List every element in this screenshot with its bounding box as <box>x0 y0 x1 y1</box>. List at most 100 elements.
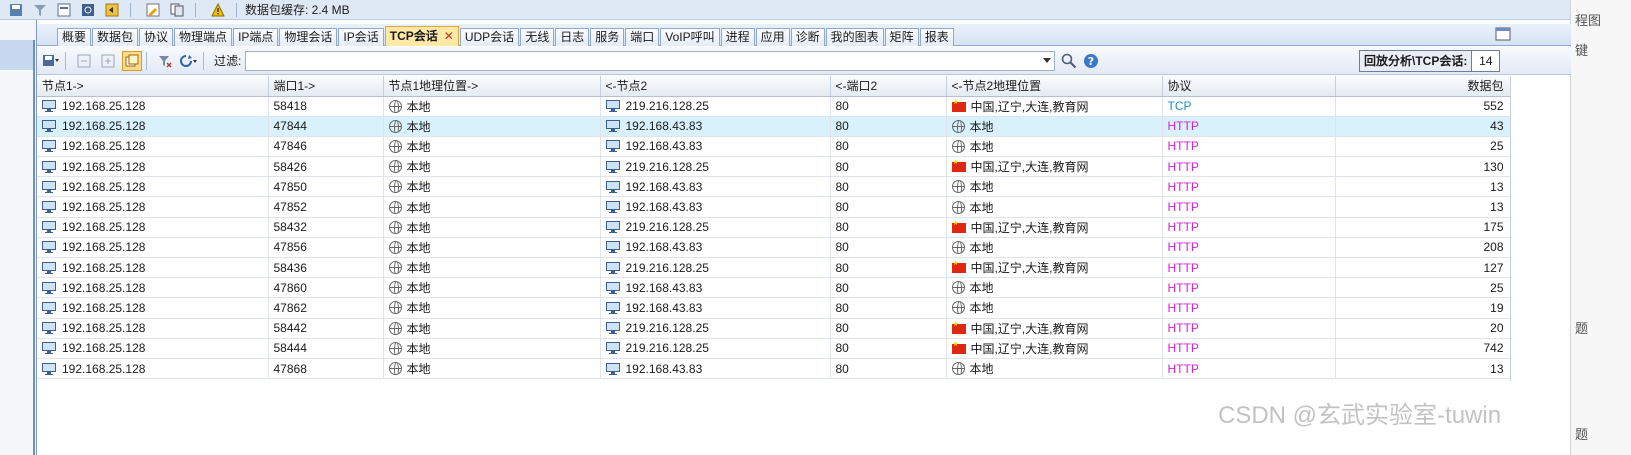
cell-geo1[interactable]: 本地 <box>383 277 601 299</box>
cell-packets[interactable]: 208 <box>1335 237 1511 259</box>
cell-geo2[interactable]: 本地 <box>946 297 1163 319</box>
cell-geo2[interactable]: 中国,辽宁,大连,教育网 <box>946 257 1163 279</box>
cell-port2[interactable]: 80 <box>830 358 947 380</box>
tab-17[interactable]: 我的图表 <box>825 28 884 46</box>
filter-clear-icon[interactable] <box>155 51 175 71</box>
cell-port1[interactable]: 47852 <box>268 196 384 218</box>
table-row[interactable]: 192.168.25.128 47856 本地 192.168.43.83 80 本地 HT… <box>37 237 1511 259</box>
cell-packets[interactable]: 25 <box>1335 277 1511 299</box>
cell-node2[interactable]: 192.168.43.83 <box>600 237 831 259</box>
cell-port2[interactable]: 80 <box>830 297 947 319</box>
cell-node1[interactable]: 192.168.25.128 <box>37 358 269 380</box>
save-dropdown-button[interactable] <box>41 51 61 71</box>
cell-node2[interactable]: 219.216.128.25 <box>600 257 831 279</box>
cell-node2[interactable]: 219.216.128.25 <box>600 96 831 117</box>
cell-port2[interactable]: 80 <box>830 318 947 339</box>
cell-packets[interactable]: 127 <box>1335 257 1511 279</box>
right-panel-text[interactable]: 键 <box>1575 40 1588 59</box>
cell-protocol[interactable]: HTTP <box>1162 237 1336 259</box>
cell-geo2[interactable]: 中国,辽宁,大连,教育网 <box>946 217 1163 238</box>
cell-protocol[interactable]: HTTP <box>1162 217 1336 238</box>
cell-geo1[interactable]: 本地 <box>383 237 601 259</box>
cell-node1[interactable]: 192.168.25.128 <box>37 96 269 117</box>
cell-protocol[interactable]: HTTP <box>1162 318 1336 339</box>
edit-icon[interactable] <box>145 2 161 18</box>
cell-node1[interactable]: 192.168.25.128 <box>37 136 269 158</box>
cell-geo1[interactable]: 本地 <box>383 136 601 158</box>
cell-geo1[interactable]: 本地 <box>383 257 601 279</box>
cell-protocol[interactable]: HTTP <box>1162 338 1336 359</box>
cell-protocol[interactable]: HTTP <box>1162 297 1336 319</box>
cell-protocol[interactable]: HTTP <box>1162 116 1336 137</box>
tab-11[interactable]: 服务 <box>590 28 625 46</box>
cell-node1[interactable]: 192.168.25.128 <box>37 237 269 259</box>
cell-geo2[interactable]: 中国,辽宁,大连,教育网 <box>946 338 1163 359</box>
cell-node1[interactable]: 192.168.25.128 <box>37 257 269 279</box>
cell-port1[interactable]: 58418 <box>268 96 384 117</box>
tab-8[interactable]: UDP会话 <box>459 28 520 46</box>
column-header-port1[interactable]: 端口1-> <box>268 76 384 97</box>
tab-19[interactable]: 报表 <box>919 28 954 46</box>
right-panel-text[interactable]: 题 <box>1575 318 1588 337</box>
cell-geo1[interactable]: 本地 <box>383 217 601 238</box>
cell-protocol[interactable]: HTTP <box>1162 156 1336 178</box>
cell-protocol[interactable]: HTTP <box>1162 196 1336 218</box>
tab-14[interactable]: 进程 <box>720 28 755 46</box>
cell-node2[interactable]: 219.216.128.25 <box>600 156 831 178</box>
tab-1[interactable]: 数据包 <box>92 28 139 46</box>
cell-geo2[interactable]: 中国,辽宁,大连,教育网 <box>946 156 1163 178</box>
cell-port1[interactable]: 47862 <box>268 297 384 319</box>
cell-node2[interactable]: 219.216.128.25 <box>600 338 831 359</box>
expand-icon[interactable] <box>98 51 118 71</box>
tab-6[interactable]: IP会话 <box>338 28 384 46</box>
cell-packets[interactable]: 43 <box>1335 116 1511 137</box>
cell-geo2[interactable]: 本地 <box>946 358 1163 380</box>
tab-3[interactable]: 物理端点 <box>174 28 233 46</box>
cell-geo1[interactable]: 本地 <box>383 338 601 359</box>
search-icon[interactable] <box>1061 53 1077 69</box>
column-header-node2[interactable]: <-节点2 <box>600 76 831 97</box>
column-header-geo2[interactable]: <-节点2地理位置 <box>946 76 1163 97</box>
cell-protocol[interactable]: HTTP <box>1162 277 1336 299</box>
cell-protocol[interactable]: HTTP <box>1162 358 1336 380</box>
filter-input[interactable] <box>245 50 1056 71</box>
cell-packets[interactable]: 20 <box>1335 318 1511 339</box>
left-panel-selected-bar[interactable] <box>0 40 34 70</box>
cell-geo2[interactable]: 本地 <box>946 136 1163 158</box>
cell-packets[interactable]: 175 <box>1335 217 1511 238</box>
cell-packets[interactable]: 742 <box>1335 338 1511 359</box>
cell-packets[interactable]: 13 <box>1335 358 1511 380</box>
cell-geo1[interactable]: 本地 <box>383 196 601 218</box>
cell-node2[interactable]: 192.168.43.83 <box>600 277 831 299</box>
cell-port2[interactable]: 80 <box>830 257 947 279</box>
node-view-toggle-button[interactable] <box>122 50 142 71</box>
cell-port1[interactable]: 58432 <box>268 217 384 238</box>
cell-port1[interactable]: 47868 <box>268 358 384 380</box>
cell-node2[interactable]: 192.168.43.83 <box>600 176 831 198</box>
cell-protocol[interactable]: HTTP <box>1162 257 1336 279</box>
cell-protocol[interactable]: TCP <box>1162 96 1336 117</box>
cell-node1[interactable]: 192.168.25.128 <box>37 217 269 238</box>
table-row[interactable]: 192.168.25.128 58432 本地 219.216.128.25 80 中国,… <box>37 217 1511 238</box>
cell-geo2[interactable]: 中国,辽宁,大连,教育网 <box>946 318 1163 339</box>
cell-geo1[interactable]: 本地 <box>383 358 601 380</box>
cell-geo2[interactable]: 本地 <box>946 116 1163 137</box>
cell-geo2[interactable]: 本地 <box>946 196 1163 218</box>
cell-port1[interactable]: 47856 <box>268 237 384 259</box>
column-header-port2[interactable]: <-端口2 <box>830 76 947 97</box>
cell-packets[interactable]: 25 <box>1335 136 1511 158</box>
cell-node2[interactable]: 192.168.43.83 <box>600 116 831 137</box>
cell-node1[interactable]: 192.168.25.128 <box>37 156 269 178</box>
collapse-icon[interactable] <box>74 51 94 71</box>
cell-node1[interactable]: 192.168.25.128 <box>37 116 269 137</box>
cell-node1[interactable]: 192.168.25.128 <box>37 277 269 299</box>
cell-node1[interactable]: 192.168.25.128 <box>37 338 269 359</box>
table-row[interactable]: 192.168.25.128 47868 本地 192.168.43.83 80 本地 HT… <box>37 358 1511 380</box>
cell-node1[interactable]: 192.168.25.128 <box>37 176 269 198</box>
cell-geo1[interactable]: 本地 <box>383 176 601 198</box>
warning-icon[interactable] <box>210 2 226 18</box>
cell-packets[interactable]: 552 <box>1335 96 1511 117</box>
packet-icon[interactable] <box>56 2 72 18</box>
cell-port1[interactable]: 58436 <box>268 257 384 279</box>
cell-port1[interactable]: 47850 <box>268 176 384 198</box>
